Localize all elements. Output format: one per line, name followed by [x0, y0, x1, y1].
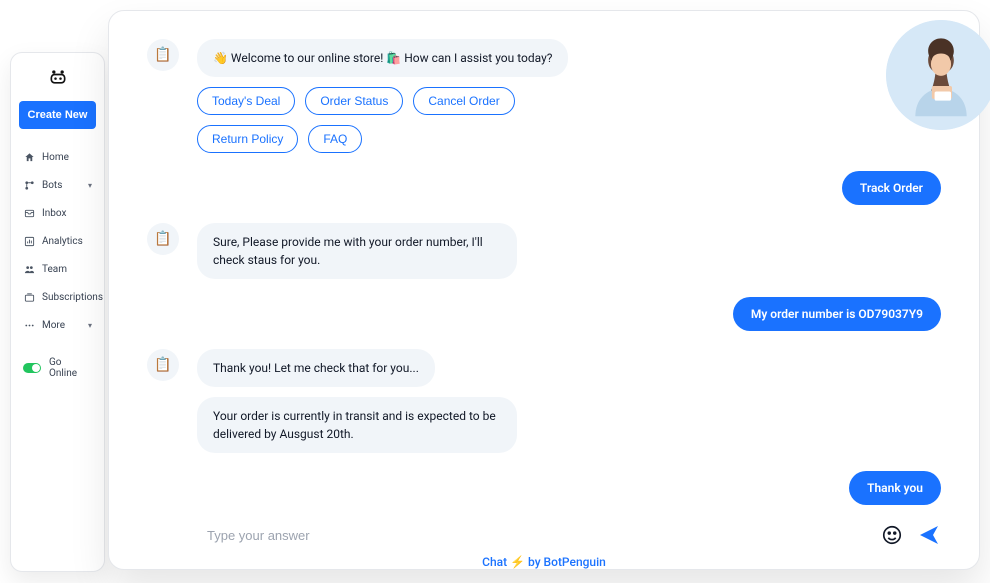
emoji-button[interactable]	[881, 524, 903, 546]
sidebar-item-label: More	[42, 320, 65, 331]
chat-input[interactable]	[207, 528, 867, 543]
chip-todays-deal[interactable]: Today's Deal	[197, 87, 295, 115]
bots-icon	[23, 179, 35, 191]
sidebar-item-label: Bots	[42, 180, 62, 191]
user-bubble: Thank you	[849, 471, 941, 505]
chip-order-status[interactable]: Order Status	[305, 87, 403, 115]
chat-input-row	[147, 523, 941, 547]
sidebar-item-team[interactable]: Team	[11, 255, 104, 283]
user-profile-avatar	[886, 20, 990, 130]
inbox-icon	[23, 207, 35, 219]
user-message-row: Track Order	[147, 171, 941, 205]
app-logo	[11, 67, 104, 87]
sidebar-item-more[interactable]: More ▾	[11, 311, 104, 339]
bot-avatar: 📋	[147, 223, 179, 255]
chat-window: 📋 👋 Welcome to our online store! 🛍️ How …	[108, 10, 980, 570]
sidebar-item-label: Team	[42, 264, 67, 275]
user-bubble: My order number is OD79037Y9	[733, 297, 941, 331]
bot-avatar: 📋	[147, 39, 179, 71]
sidebar-item-subscriptions[interactable]: Subscriptions	[11, 283, 104, 311]
analytics-icon	[23, 235, 35, 247]
footer-credit: Chat ⚡ by BotPenguin	[147, 555, 941, 569]
chevron-down-icon: ▾	[88, 321, 92, 330]
toggle-switch-icon[interactable]	[23, 363, 41, 373]
send-button[interactable]	[917, 523, 941, 547]
sidebar-item-label: Inbox	[42, 208, 66, 219]
sidebar-item-bots[interactable]: Bots ▾	[11, 171, 104, 199]
go-online-label: Go Online	[49, 357, 92, 379]
chip-cancel-order[interactable]: Cancel Order	[413, 87, 514, 115]
bot-bubble: Your order is currently in transit and i…	[197, 397, 517, 453]
subscriptions-icon	[23, 291, 35, 303]
quick-reply-chips: Today's Deal Order Status Cancel Order R…	[197, 87, 617, 153]
chevron-down-icon: ▾	[88, 181, 92, 190]
more-icon	[23, 319, 35, 331]
bot-bubble: 👋 Welcome to our online store! 🛍️ How ca…	[197, 39, 568, 77]
sidebar-item-analytics[interactable]: Analytics	[11, 227, 104, 255]
team-icon	[23, 263, 35, 275]
sidebar-item-home[interactable]: Home	[11, 143, 104, 171]
user-message-row: My order number is OD79037Y9	[147, 297, 941, 331]
user-bubble: Track Order	[842, 171, 941, 205]
bot-avatar: 📋	[147, 349, 179, 381]
bot-message-row: 📋 👋 Welcome to our online store! 🛍️ How …	[147, 39, 941, 153]
bot-bubble: Sure, Please provide me with your order …	[197, 223, 517, 279]
bot-bubble: Thank you! Let me check that for you...	[197, 349, 435, 387]
sidebar-item-label: Home	[42, 152, 69, 163]
bot-message-row: 📋 Sure, Please provide me with your orde…	[147, 223, 941, 279]
sidebar-nav: Create New Home Bots ▾ Inbox Analytics T…	[10, 52, 105, 572]
chip-return-policy[interactable]: Return Policy	[197, 125, 298, 153]
user-message-row: Thank you	[147, 471, 941, 505]
sidebar-item-label: Analytics	[42, 236, 83, 247]
home-icon	[23, 151, 35, 163]
create-new-button[interactable]: Create New	[19, 101, 96, 129]
go-online-toggle[interactable]: Go Online	[11, 349, 104, 387]
sidebar-item-label: Subscriptions	[42, 292, 103, 303]
sidebar-item-inbox[interactable]: Inbox	[11, 199, 104, 227]
bot-message-row: 📋 Thank you! Let me check that for you..…	[147, 349, 941, 453]
chip-faq[interactable]: FAQ	[308, 125, 362, 153]
